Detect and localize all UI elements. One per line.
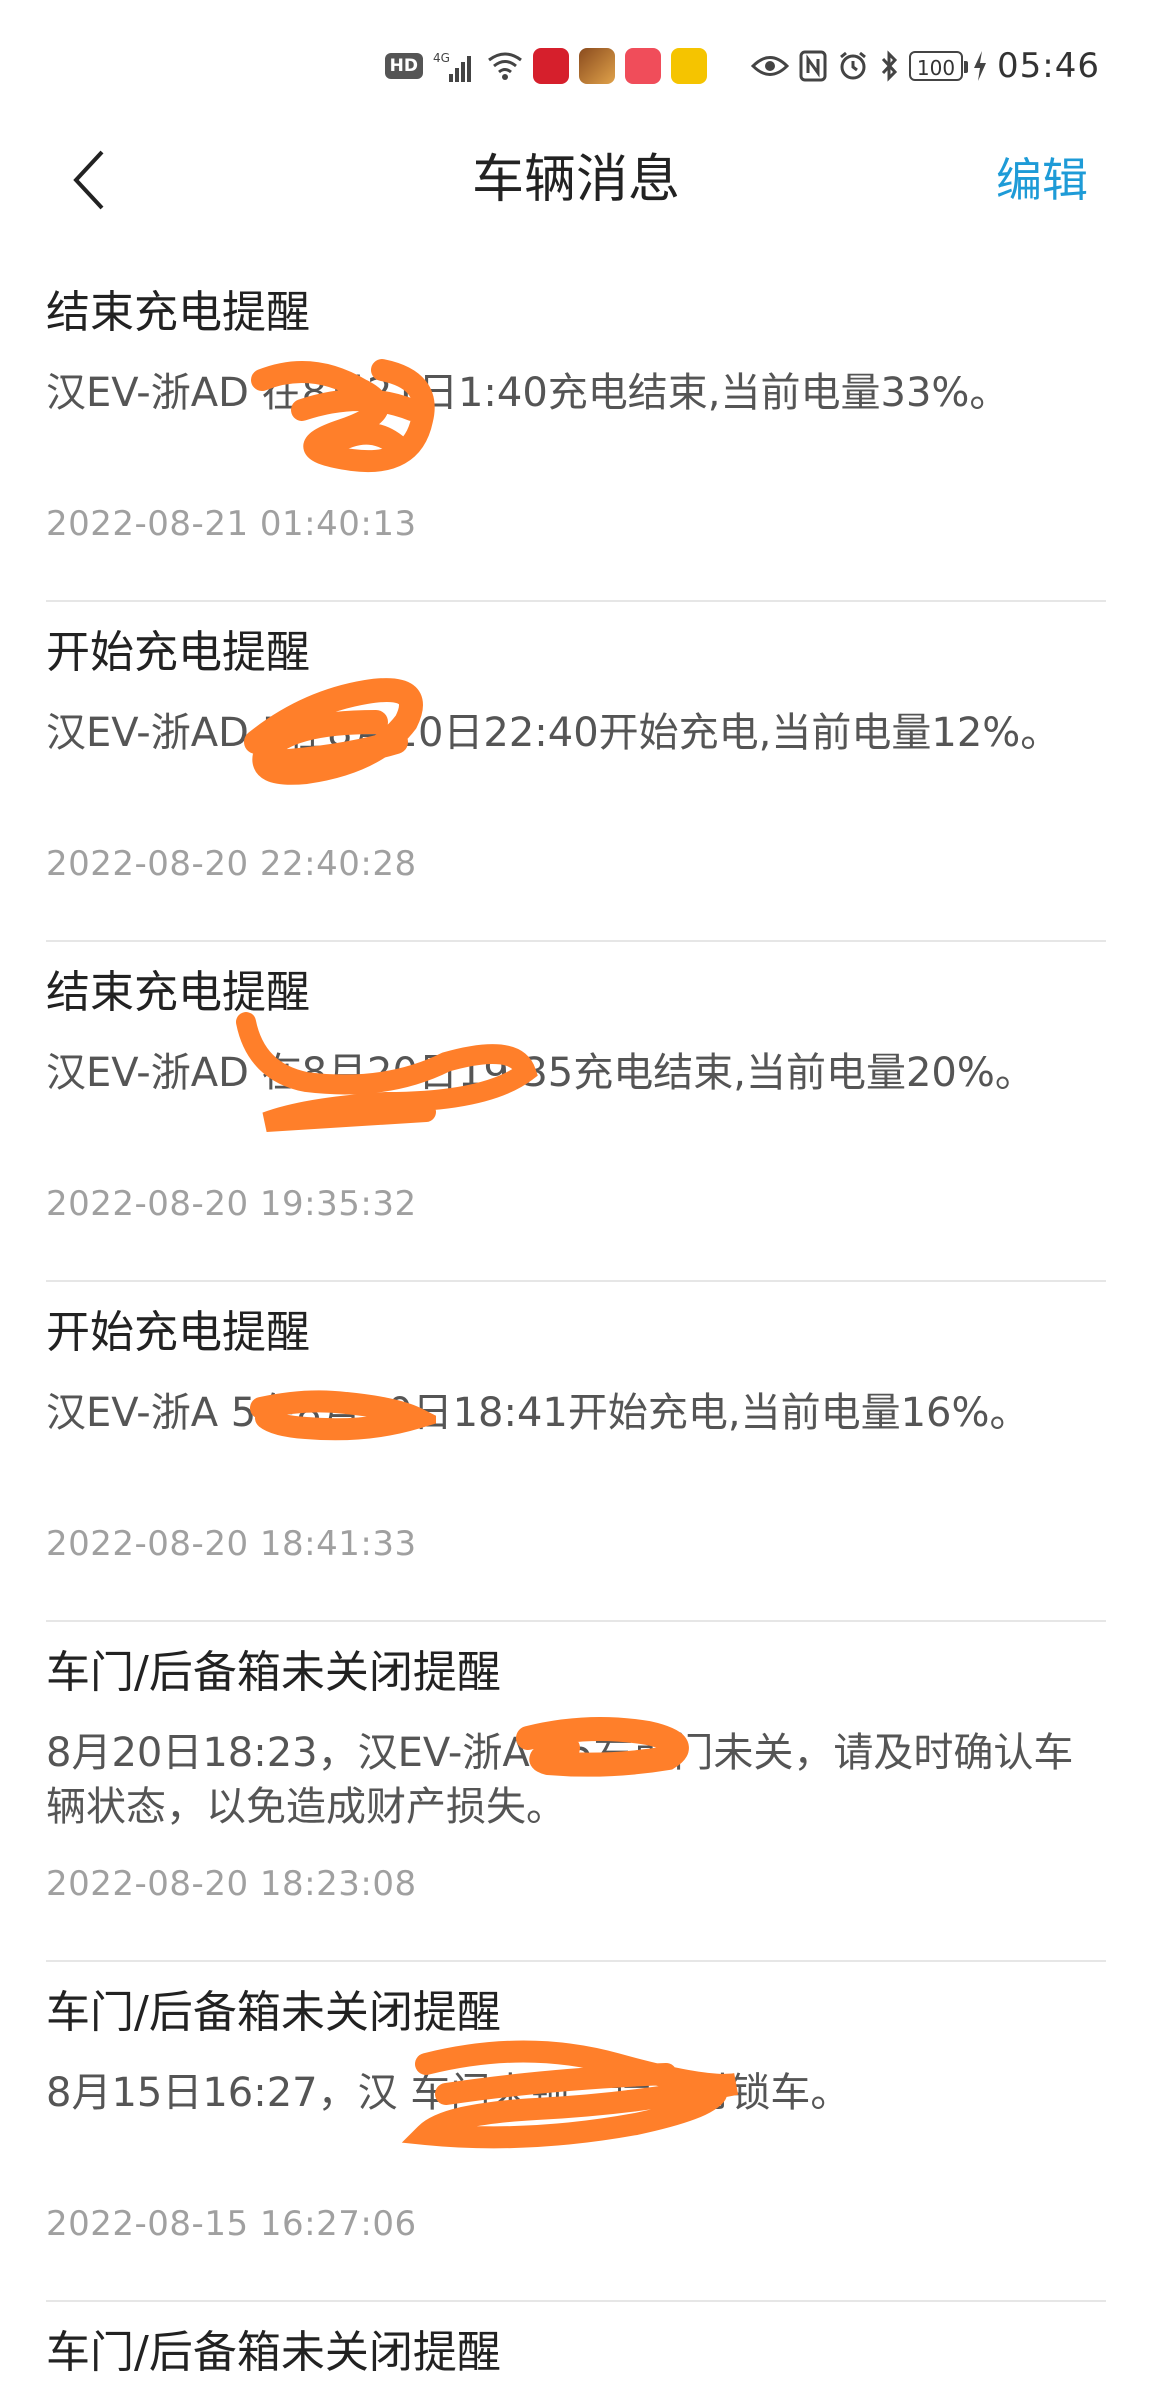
battery-icon: 100 xyxy=(909,51,969,81)
eye-icon xyxy=(751,53,790,79)
list-item[interactable]: 车门/后备箱未关闭提醒 8月15日16:27，汉 车门未锁，请及时锁车。 202… xyxy=(46,1962,1106,2302)
message-body: 汉EV-浙AD 5在8月20日22:40开始充电,当前电量12%。 xyxy=(46,710,1061,756)
list-item[interactable]: 开始充电提醒 汉EV-浙A 5在8月20日18:41开始充电,当前电量16%。 … xyxy=(46,1282,1106,1622)
game-app-icon xyxy=(579,48,616,84)
message-time: 2022-08-21 01:40:13 xyxy=(46,504,417,544)
signal-icon: 4G xyxy=(433,48,477,84)
book-app-icon xyxy=(625,48,662,84)
alarm-icon xyxy=(837,50,869,82)
status-icons: HD 4G 100 05:46 xyxy=(384,44,1100,88)
message-body: 汉EV-浙AD 在8月20日19:35充电结束,当前电量20%。 xyxy=(46,1050,1035,1096)
page-title: 车辆消息 xyxy=(471,150,680,210)
message-title: 车门/后备箱未关闭提醒 xyxy=(46,2327,501,2378)
message-time: 2022-08-20 19:35:32 xyxy=(46,1184,417,1224)
message-title: 开始充电提醒 xyxy=(46,627,310,678)
message-title: 结束充电提醒 xyxy=(46,287,310,338)
edit-button[interactable]: 编辑 xyxy=(996,130,1088,230)
clock: 05:46 xyxy=(997,46,1100,86)
message-title: 结束充电提醒 xyxy=(46,967,310,1018)
mail-app-icon xyxy=(671,48,708,84)
message-list: 结束充电提醒 汉EV-浙AD 在8月21日1:40充电结束,当前电量33%。 2… xyxy=(0,262,1152,2382)
message-body: 8月15日16:27，汉 车门未锁，请及时锁车。 xyxy=(46,2070,851,2116)
list-item[interactable]: 结束充电提醒 汉EV-浙AD 在8月21日1:40充电结束,当前电量33%。 2… xyxy=(46,262,1106,602)
list-item[interactable]: 结束充电提醒 汉EV-浙AD 在8月20日19:35充电结束,当前电量20%。 … xyxy=(46,942,1106,1282)
svg-text:4G: 4G xyxy=(433,51,450,65)
charging-icon xyxy=(973,51,987,81)
list-item[interactable]: 车门/后备箱未关闭提醒 8月20日18:23，汉EV-浙A 05右前门未关，请及… xyxy=(46,1622,1106,1962)
message-title: 车门/后备箱未关闭提醒 xyxy=(46,1647,501,1698)
message-time: 2022-08-15 16:27:06 xyxy=(46,2204,417,2244)
list-item[interactable]: 车门/后备箱未关闭提醒 xyxy=(46,2302,1106,2382)
message-time: 2022-08-20 22:40:28 xyxy=(46,844,417,884)
list-item[interactable]: 开始充电提醒 汉EV-浙AD 5在8月20日22:40开始充电,当前电量12%。… xyxy=(46,602,1106,942)
message-body: 汉EV-浙A 5在8月20日18:41开始充电,当前电量16%。 xyxy=(46,1390,1030,1436)
wifi-icon xyxy=(487,50,523,82)
app-notification-icon xyxy=(533,48,570,84)
message-body: 汉EV-浙AD 在8月21日1:40充电结束,当前电量33%。 xyxy=(46,370,1010,416)
message-title: 开始充电提醒 xyxy=(46,1307,310,1358)
message-time: 2022-08-20 18:23:08 xyxy=(46,1864,417,1904)
hd-icon: HD xyxy=(384,53,424,79)
message-body: 8月20日18:23，汉EV-浙A 05右前门未关，请及时确认车辆状态，以免造成… xyxy=(46,1730,1074,1830)
status-bar: HD 4G 100 05:46 xyxy=(0,0,1152,130)
message-time: 2022-08-20 18:41:33 xyxy=(46,1524,417,1564)
nfc-icon xyxy=(799,50,827,82)
app-header: 车辆消息 编辑 xyxy=(0,130,1152,230)
message-title: 车门/后备箱未关闭提醒 xyxy=(46,1987,501,2038)
bluetooth-icon xyxy=(879,50,899,82)
